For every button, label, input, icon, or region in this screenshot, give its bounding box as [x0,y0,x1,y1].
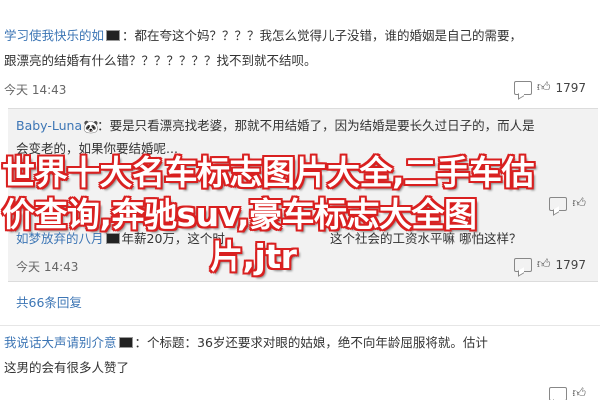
post1-username[interactable]: 学习使我快乐的如 [4,28,104,43]
flag-icon [106,30,121,41]
overlay-title: 世界十大名车标志图片大全,二手车估 价查询,奔驰suv,豪车标志大全图 片,jt… [0,152,600,278]
post4-username[interactable]: 我说话大声请别介意 [4,335,117,350]
post1-tools: 👍︎ 1797 [513,80,586,95]
expand-replies-link[interactable]: 共66条回复 [16,294,82,312]
divider [0,325,600,326]
flag-icon [118,337,133,348]
overlay-title-line1: 世界十大名车标志图片大全,二手车估 [2,153,535,192]
post2-line1: Baby-Luna🐼：要是只看漂亮找老婆，那就不用结婚了，因为结婚是要长久过日子… [16,117,535,135]
post4-line2: 这男的会有很多人赞了 [4,360,130,375]
post4-tools: 👍︎ [549,386,586,400]
post4-text: ：个标题：36岁还要求对眼的姑娘，绝不向年龄屈服将就。估计 [134,335,488,350]
post1-like-count: 1797 [555,80,586,95]
post1-line2: 跟漂亮的结婚有什么错？？？？？？？找不到就不结呗。 [4,53,317,68]
post1-line1: 学习使我快乐的如 ：都在夸这个妈？？？？我怎么觉得儿子没错，谁的婚姻是自己的需要， [4,27,522,45]
overlay-title-line3: 片,jtr [210,237,297,276]
reply-icon[interactable] [549,386,568,400]
post2-username[interactable]: Baby-Luna [16,118,82,133]
panda-emoji-icon: 🐼 [83,119,99,134]
post4-line1: 我说话大声请别介意 ：个标题：36岁还要求对眼的姑娘，绝不向年龄屈服将就。估计 [4,334,488,352]
like-icon[interactable]: 👍︎ [537,80,551,95]
post2-text: ：要是只看漂亮找老婆，那就不用结婚了，因为结婚是要长久过日子的，而人是 [97,118,535,133]
post1-time: 今天 14:43 [4,83,67,97]
overlay-title-line2: 价查询,奔驰suv,豪车标志大全图 [2,195,477,234]
reply-icon[interactable] [513,80,532,95]
post1-text: ：都在夸这个妈？？？？我怎么觉得儿子没错，谁的婚姻是自己的需要， [122,28,523,43]
like-icon[interactable]: 👍︎ [572,386,586,400]
